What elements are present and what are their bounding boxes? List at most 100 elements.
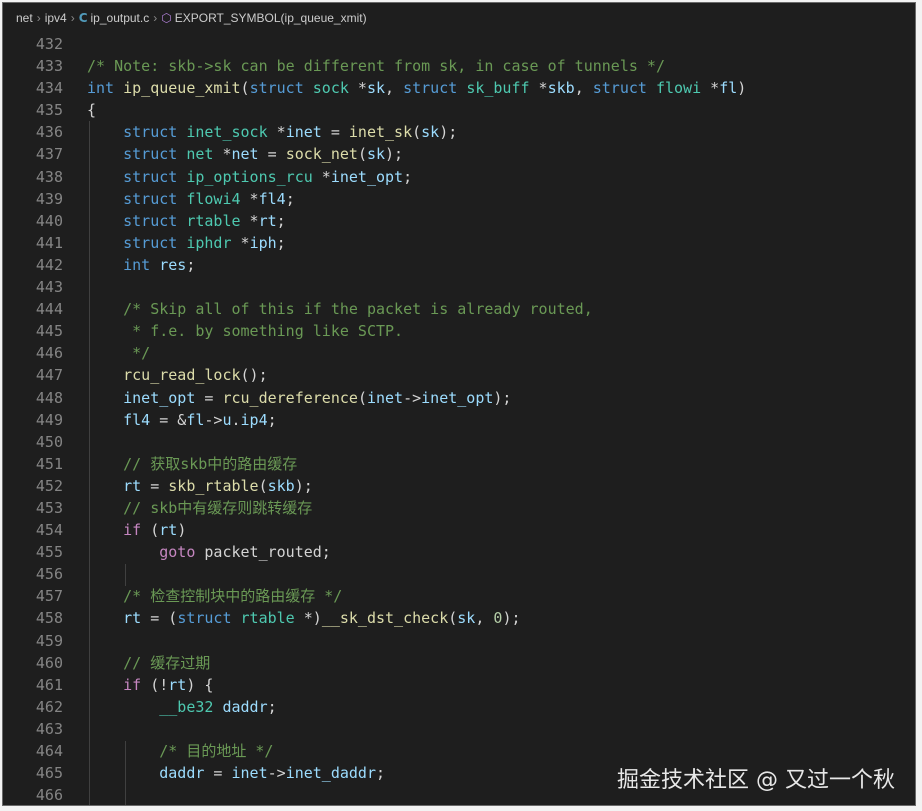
line-number: 438 — [35, 167, 63, 186]
breadcrumb-item-net[interactable]: net — [16, 11, 33, 25]
code-text: int res; — [87, 254, 195, 276]
code-line[interactable]: 442 int res; — [3, 254, 915, 276]
line-number: 446 — [35, 344, 63, 363]
code-line[interactable]: 455 goto packet_routed; — [3, 541, 915, 563]
code-line[interactable]: 444 /* Skip all of this if the packet is… — [3, 298, 915, 320]
code-token: int — [123, 255, 151, 274]
code-line[interactable]: 441 struct iphdr *iph; — [3, 232, 915, 254]
code-line[interactable]: 432 — [3, 33, 915, 55]
symbol-method-icon: ⬡ — [161, 11, 172, 25]
code-line[interactable]: 461 if (!rt) { — [3, 674, 915, 696]
code-line[interactable]: 451 // 获取skb中的路由缓存 — [3, 453, 915, 475]
code-line[interactable]: 438 struct ip_options_rcu *inet_opt; — [3, 166, 915, 188]
code-text: // 缓存过期 — [87, 652, 210, 674]
code-token: , — [475, 609, 494, 628]
code-text: rcu_read_lock(); — [87, 364, 268, 386]
line-number: 463 — [35, 719, 63, 738]
code-line[interactable]: 457 /* 检查控制块中的路由缓存 */ — [3, 585, 915, 607]
code-text: { — [87, 99, 96, 121]
code-token: inet_daddr — [285, 764, 376, 783]
code-token: * — [240, 189, 259, 208]
code-token: sk_buff — [466, 79, 530, 98]
line-number: 465 — [35, 764, 63, 783]
code-token: // skb中有缓存则跳转缓存 — [123, 498, 313, 517]
code-token: // 获取skb中的路由缓存 — [123, 454, 298, 473]
code-token: = — [195, 388, 223, 407]
code-line[interactable]: 440 struct rtable *rt; — [3, 210, 915, 232]
code-text: // 获取skb中的路由缓存 — [87, 453, 297, 475]
code-line[interactable]: 445 * f.e. by something like SCTP. — [3, 320, 915, 342]
code-line[interactable]: 449 fl4 = &fl->u.ip4; — [3, 409, 915, 431]
code-line[interactable]: 464 /* 目的地址 */ — [3, 740, 915, 762]
code-token: goto — [159, 543, 196, 562]
code-text: * f.e. by something like SCTP. — [87, 320, 403, 342]
code-line[interactable]: 463 — [3, 718, 915, 740]
breadcrumb-item-file[interactable]: ip_output.c — [91, 11, 150, 25]
breadcrumb-item-symbol[interactable]: EXPORT_SYMBOL(ip_queue_xmit) — [175, 11, 367, 25]
code-line[interactable]: 456 — [3, 563, 915, 585]
code-token: __be32 — [159, 697, 214, 716]
code-line[interactable]: 435 { — [3, 99, 915, 121]
code-line[interactable]: 439 struct flowi4 *fl4; — [3, 188, 915, 210]
code-line[interactable]: 436 struct inet_sock *inet = inet_sk(sk)… — [3, 121, 915, 143]
code-line[interactable]: 443 — [3, 276, 915, 298]
code-token: int — [87, 79, 115, 98]
code-line[interactable]: 462 __be32 daddr; — [3, 696, 915, 718]
code-editor[interactable]: 432 433 /* Note: skb->sk can be different … — [3, 33, 915, 805]
code-line[interactable]: 446 */ — [3, 342, 915, 364]
code-token: -> — [204, 410, 223, 429]
code-line[interactable]: 459 — [3, 630, 915, 652]
line-number: 451 — [35, 454, 63, 473]
code-line[interactable]: 450 — [3, 431, 915, 453]
breadcrumb-item-ipv4[interactable]: ipv4 — [45, 11, 67, 25]
code-token: *) — [294, 609, 322, 628]
code-line[interactable]: 460 // 缓存过期 — [3, 652, 915, 674]
code-token: ( — [357, 145, 367, 164]
code-text: daddr = inet->inet_daddr; — [87, 762, 385, 784]
code-line[interactable]: 433 /* Note: skb->sk can be different fro… — [3, 55, 915, 77]
line-number: 437 — [35, 145, 63, 164]
line-number: 447 — [35, 366, 63, 385]
code-token: ); — [439, 123, 458, 142]
code-text: /* Skip all of this if the packet is alr… — [87, 298, 593, 320]
code-line[interactable]: 452 rt = skb_rtable(skb); — [3, 475, 915, 497]
code-token: . — [231, 410, 241, 429]
code-line[interactable]: 447 rcu_read_lock(); — [3, 364, 915, 386]
code-text: struct ip_options_rcu *inet_opt; — [87, 166, 412, 188]
code-token: */ — [123, 344, 151, 363]
code-text: /* Note: skb->sk can be different from s… — [87, 55, 665, 77]
code-token: sock_net — [285, 145, 358, 164]
code-token: /* 目的地址 */ — [159, 742, 274, 760]
code-token: flowi4 — [186, 189, 241, 208]
code-token: inet — [366, 388, 404, 407]
code-text: struct net *net = sock_net(sk); — [87, 143, 403, 165]
code-token: ); — [502, 609, 521, 628]
line-number: 458 — [35, 609, 63, 628]
code-line[interactable]: 434 int ip_queue_xmit(struct sock *sk, st… — [3, 77, 915, 99]
code-token: sock — [312, 79, 349, 98]
code-line[interactable]: 453 // skb中有缓存则跳转缓存 — [3, 497, 915, 519]
chevron-right-icon: › — [36, 11, 41, 25]
code-token: ; — [285, 189, 295, 208]
code-line[interactable]: 437 struct net *net = sock_net(sk); — [3, 143, 915, 165]
code-line[interactable]: 458 rt = (struct rtable *)__sk_dst_check… — [3, 607, 915, 629]
code-token: struct — [123, 167, 178, 186]
code-line[interactable]: 454 if (rt) — [3, 519, 915, 541]
code-token: ) — [177, 521, 187, 540]
code-token: * — [240, 211, 259, 230]
line-number: 456 — [35, 565, 63, 584]
code-token: rt — [123, 476, 142, 495]
code-token: = — [204, 764, 232, 783]
code-line[interactable]: 448 inet_opt = rcu_dereference(inet->ine… — [3, 387, 915, 409]
